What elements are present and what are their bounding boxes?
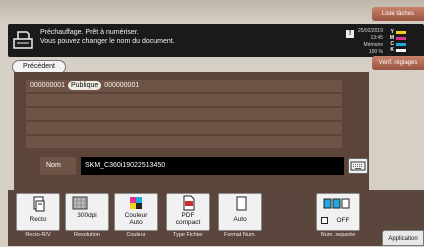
document-name-field[interactable]: SKM_C360i19022513450 [81, 157, 344, 175]
duplex-button[interactable]: Recto [16, 193, 60, 231]
memory-label: Mémoire [363, 42, 383, 48]
resolution-label: Resolution [74, 232, 100, 238]
file-type-label: Type Fichier [173, 232, 203, 238]
paper-size-icon [236, 196, 247, 211]
resolution-icon [72, 196, 88, 210]
toner-bar-y [396, 31, 406, 34]
user-box-badge: Publique [68, 81, 102, 90]
document-number-secondary: 000000001 [104, 82, 140, 89]
scan-size-value: Auto [233, 216, 247, 223]
duplex-value: Recto [29, 216, 47, 223]
warning-icon: ! [346, 30, 354, 38]
document-row-empty[interactable] [26, 94, 342, 106]
job-list-button[interactable]: Liste tâches [372, 7, 424, 21]
application-button[interactable]: Application [382, 230, 424, 246]
document-row-empty[interactable] [26, 108, 342, 120]
status-message-line2: Vous pouvez changer le nom du document. [40, 38, 175, 45]
resolution-value: 300dpi [77, 212, 97, 219]
resolution-button[interactable]: 300dpi [65, 193, 109, 231]
time-display: 13:45 [370, 35, 383, 41]
separate-scan-button[interactable]: OFF [316, 193, 360, 231]
document-number: 000000001 [30, 82, 66, 89]
duplex-label: Recto-R/V [25, 232, 51, 238]
toner-bar-c [396, 43, 406, 46]
status-bar: Préchauffage. Prêt à numériser. Vous pou… [8, 24, 424, 57]
file-type-value: PDF compact [175, 212, 201, 226]
color-button[interactable]: Couleur Auto [114, 193, 158, 231]
document-row-empty[interactable] [26, 136, 342, 148]
simplex-icon [33, 196, 45, 212]
pdf-file-icon [183, 195, 195, 211]
separate-scan-icon [323, 198, 350, 209]
status-message-line1: Préchauffage. Prêt à numériser. [40, 29, 139, 36]
date-display: 25/02/2019 [357, 28, 383, 34]
separate-scan-value: OFF [336, 217, 350, 224]
keyboard-button[interactable] [348, 158, 368, 174]
keyboard-icon [350, 161, 366, 171]
color-mode-icon [130, 197, 142, 209]
document-row[interactable]: 000000001 Publique 000000001 [26, 80, 342, 92]
color-value: Couleur Auto [124, 212, 148, 226]
scanner-icon [13, 31, 33, 49]
toner-label-k: K [390, 47, 394, 53]
check-settings-button[interactable]: Vérif. réglages [372, 56, 424, 70]
name-label: Nom [40, 157, 76, 175]
memory-value: 100 % [368, 49, 383, 55]
separate-scan-label: Num. separée [320, 232, 356, 238]
scan-size-button[interactable]: Auto [218, 193, 262, 231]
top-background [0, 0, 424, 26]
toner-bar-k [396, 49, 406, 52]
toner-bar-m [396, 37, 406, 40]
color-label: Couleur [126, 232, 146, 238]
file-type-button[interactable]: PDF compact [166, 193, 210, 231]
scan-size-label: Format Num. [223, 232, 257, 238]
document-row-empty[interactable] [26, 122, 342, 134]
